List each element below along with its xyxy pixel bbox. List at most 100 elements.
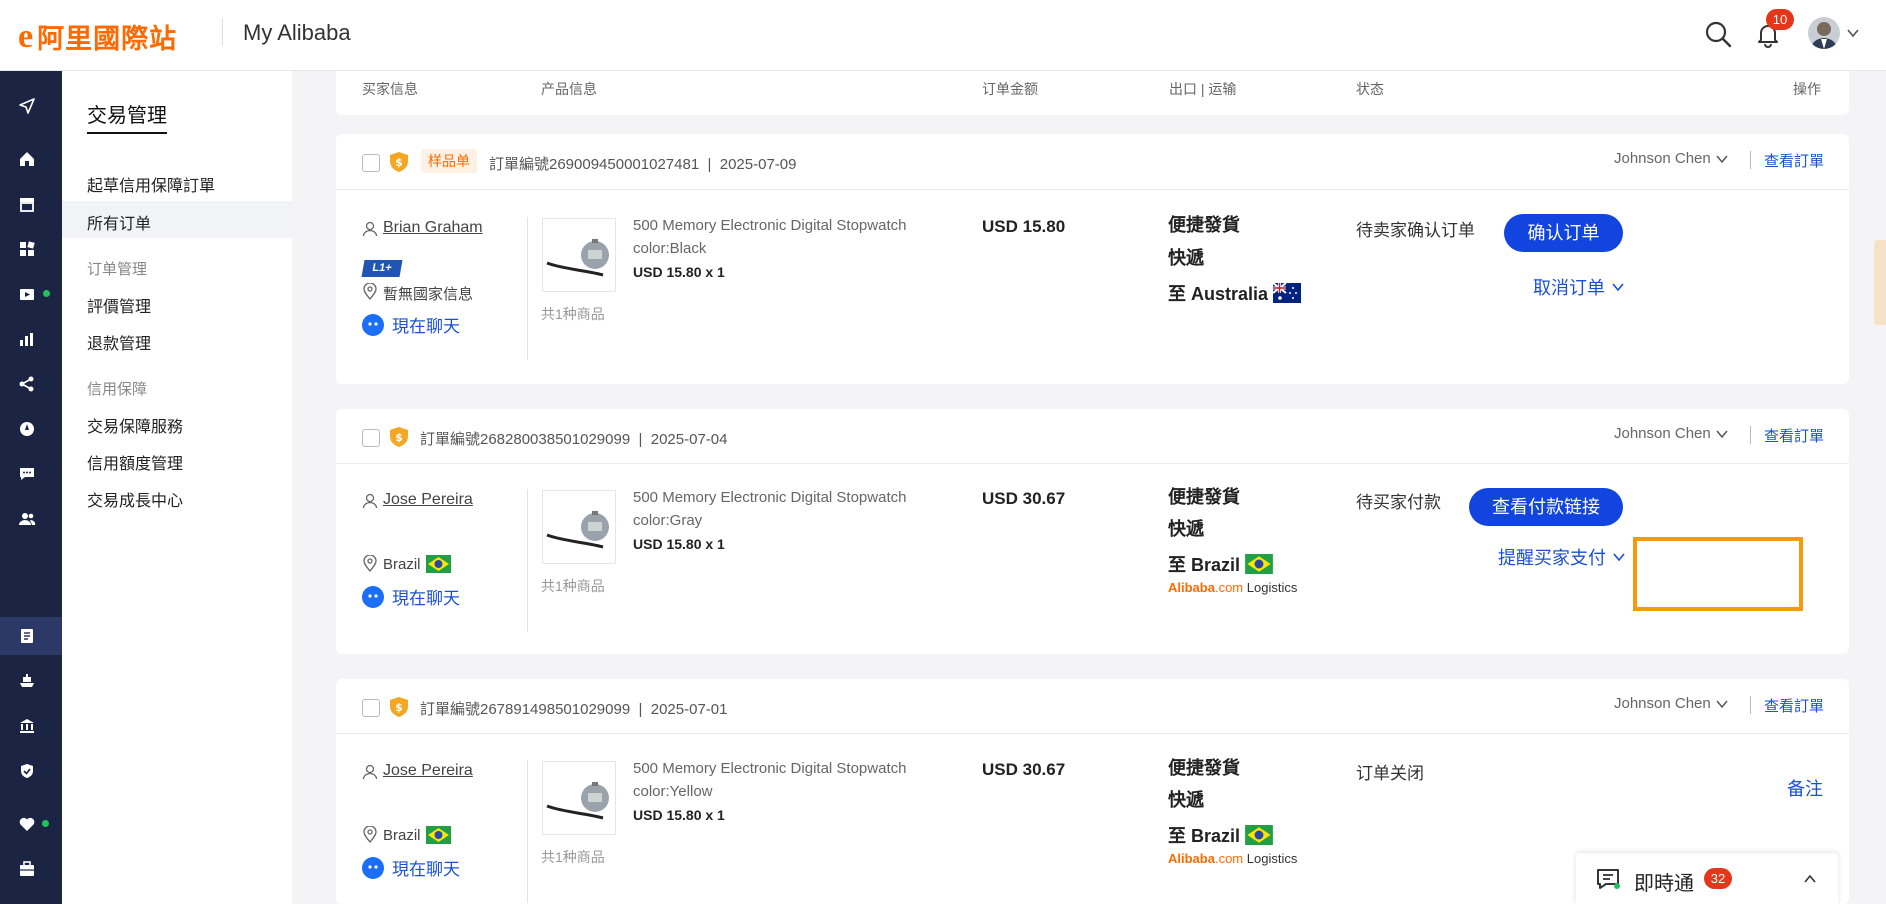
order-status: 订单关闭: [1356, 764, 1424, 783]
order-card: $ 样品单 訂單編號269009450001027481 | 2025-07-0…: [336, 134, 1849, 384]
order-status: 待买家付款: [1356, 493, 1441, 512]
order-amount: USD 15.80: [982, 217, 1066, 236]
view-order-link[interactable]: 查看訂單: [1764, 695, 1824, 716]
product-unit-price: USD 15.80 x 1: [633, 536, 725, 552]
destination-label: 至 Brazil: [1168, 826, 1241, 846]
product-name[interactable]: 500 Memory Electronic Digital Stopwatch: [633, 486, 906, 509]
shield-icon[interactable]: [16, 760, 38, 782]
store-icon[interactable]: [16, 193, 38, 215]
messenger-label: 即時通: [1634, 873, 1694, 895]
view-payment-link-button[interactable]: 查看付款链接: [1469, 488, 1623, 526]
instant-messenger-bar[interactable]: 即時通 32: [1576, 853, 1838, 904]
share-icon[interactable]: [16, 373, 38, 395]
destination-label: 至 Australia: [1168, 284, 1269, 304]
alibaba-logistics-logo: Alibaba.com Logistics: [1168, 580, 1297, 595]
shipping-method: 便捷發貨: [1168, 215, 1240, 235]
buyer-name-link[interactable]: Brian Graham: [383, 219, 483, 237]
buyer-name-link[interactable]: Jose Pereira: [383, 762, 473, 780]
destination: 至 Brazil: [1168, 551, 1273, 577]
chat-icon: [362, 856, 384, 879]
buyer-name-link[interactable]: Jose Pereira: [383, 491, 473, 509]
assignee-dropdown[interactable]: Johnson Chen: [1614, 150, 1729, 167]
order-amount: USD 30.67: [982, 760, 1066, 779]
sidebar-item-trade-assurance[interactable]: 交易保障服務: [87, 413, 183, 437]
page-title[interactable]: My Alibaba: [243, 20, 351, 46]
shipping-carrier: 快遞: [1168, 519, 1204, 539]
chevron-down-icon[interactable]: [1846, 26, 1860, 40]
order-checkbox[interactable]: [362, 699, 380, 717]
logistics-brand: Alibaba: [1168, 851, 1215, 866]
view-order-link[interactable]: 查看訂單: [1764, 150, 1824, 171]
order-checkbox[interactable]: [362, 154, 380, 172]
send-icon[interactable]: [16, 95, 38, 117]
cancel-order-dropdown[interactable]: 取消订单: [1533, 274, 1625, 300]
order-card-header: $ 訂單編號268280038501029099 | 2025-07-04 Jo…: [336, 409, 1849, 464]
header-divider: [222, 18, 223, 46]
message-icon[interactable]: [16, 463, 38, 485]
search-icon[interactable]: [1704, 20, 1732, 48]
header-product: 产品信息: [541, 81, 597, 97]
messenger-icon: [1597, 869, 1620, 889]
assignee-dropdown[interactable]: Johnson Chen: [1614, 695, 1729, 712]
product-thumbnail[interactable]: [542, 490, 616, 564]
avatar[interactable]: [1808, 17, 1840, 49]
order-date-sep: |: [630, 701, 651, 718]
assignee-dropdown[interactable]: Johnson Chen: [1614, 425, 1729, 442]
destination: 至 Australia: [1168, 280, 1302, 306]
logistics-label: Logistics: [1246, 580, 1298, 595]
order-status: 待卖家确认订单: [1356, 221, 1475, 240]
sidebar-item-reviews[interactable]: 評價管理: [87, 293, 151, 317]
alibaba-logo[interactable]: e 阿里國際站: [18, 17, 177, 56]
customers-icon[interactable]: [16, 508, 38, 530]
briefcase-icon[interactable]: [16, 858, 38, 880]
order-checkbox[interactable]: [362, 429, 380, 447]
header-amount: 订单金额: [982, 81, 1038, 97]
chat-now-link[interactable]: 現在聊天: [362, 855, 460, 880]
chart-icon[interactable]: [16, 328, 38, 350]
compass-icon[interactable]: [16, 418, 38, 440]
sidebar-item-refunds[interactable]: 退款管理: [87, 330, 151, 354]
product-thumbnail[interactable]: [542, 761, 616, 835]
buyer-country: Brazil: [383, 826, 421, 844]
shipping-icon[interactable]: [16, 670, 38, 692]
brazil-flag-icon: [425, 826, 451, 844]
sidebar-item-all-orders[interactable]: 所有订单: [87, 210, 151, 234]
brazil-flag-icon: [425, 555, 451, 573]
product-thumbnail[interactable]: [542, 218, 616, 292]
remind-buyer-dropdown[interactable]: 提醒买家支付: [1498, 544, 1626, 570]
product-name[interactable]: 500 Memory Electronic Digital Stopwatch: [633, 757, 906, 780]
chevron-up-icon[interactable]: [1802, 871, 1818, 887]
sidebar-item-growth-center[interactable]: 交易成長中心: [87, 487, 183, 511]
sidebar-item-draft-order[interactable]: 起草信用保障訂單: [87, 172, 215, 196]
column-divider: [527, 760, 528, 903]
remark-link[interactable]: 备注: [1787, 775, 1823, 801]
product-name[interactable]: 500 Memory Electronic Digital Stopwatch: [633, 214, 906, 237]
order-number-line: 訂單編號269009450001027481 | 2025-07-09: [489, 153, 796, 174]
chat-now-link[interactable]: 現在聊天: [362, 312, 460, 337]
destination: 至 Brazil: [1168, 822, 1273, 848]
apps-icon[interactable]: [16, 238, 38, 260]
logistics-domain: .com: [1214, 851, 1244, 866]
chat-now-link[interactable]: 現在聊天: [362, 584, 460, 609]
trade-assurance-icon: $: [390, 152, 408, 172]
sidebar-group-orders: 订单管理: [87, 261, 148, 278]
confirm-order-button[interactable]: 确认订单: [1504, 214, 1623, 252]
sidebar-item-credit-limit[interactable]: 信用額度管理: [87, 450, 183, 474]
header-status: 状态: [1356, 81, 1384, 97]
side-floating-widget[interactable]: [1874, 240, 1886, 325]
buyer-location: Brazil: [383, 555, 451, 573]
user-icon: [362, 221, 378, 237]
bank-icon[interactable]: [16, 715, 38, 737]
brazil-flag-icon: [1245, 554, 1273, 574]
orders-icon[interactable]: [16, 625, 38, 647]
product-count: 共1种商品: [541, 306, 605, 322]
heart-icon[interactable]: [16, 813, 38, 835]
sidebar-group-credit: 信用保障: [87, 381, 148, 398]
cancel-order-label: 取消订单: [1533, 278, 1605, 298]
home-icon[interactable]: [16, 148, 38, 170]
product-color: color:Gray: [633, 512, 703, 529]
video-icon[interactable]: [16, 283, 38, 305]
chat-now-label: 現在聊天: [392, 317, 460, 336]
view-order-link[interactable]: 查看訂單: [1764, 425, 1824, 446]
chevron-down-icon: [1716, 430, 1728, 438]
